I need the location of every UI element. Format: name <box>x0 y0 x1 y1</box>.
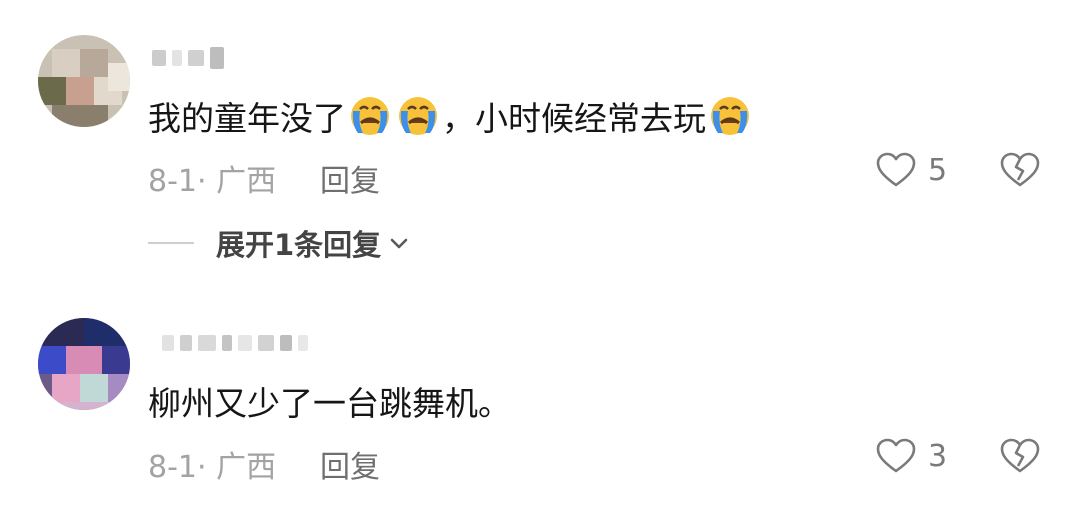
comment-date-region: 8-1· 广西 <box>148 164 277 199</box>
comment-text-part: ，小时候经常去玩 <box>442 99 706 138</box>
crying-face-emoji <box>399 97 437 135</box>
chevron-down-icon <box>390 238 408 249</box>
reply-button[interactable]: 回复 <box>320 156 380 200</box>
dislike-button[interactable] <box>1000 438 1040 478</box>
like-button[interactable]: 5 <box>876 152 947 188</box>
expand-replies-label: 展开1条回复 <box>216 228 382 262</box>
divider-line <box>148 242 194 244</box>
reply-button[interactable]: 回复 <box>320 442 380 486</box>
expand-replies-button[interactable]: 展开1条回复 <box>148 222 411 264</box>
dislike-button[interactable] <box>1000 152 1040 192</box>
comment-text: 柳州又少了一台跳舞机。 <box>148 384 511 423</box>
like-count: 5 <box>928 152 948 188</box>
crying-face-emoji <box>711 97 749 135</box>
heart-outline-icon <box>876 438 916 473</box>
username-blurred[interactable] <box>152 45 224 71</box>
comment-date-region: 8-1· 广西 <box>148 450 277 485</box>
comment-text-part: 我的童年没了 <box>148 99 346 138</box>
crying-face-emoji <box>351 97 389 135</box>
avatar[interactable] <box>38 35 130 127</box>
broken-heart-icon <box>1000 438 1040 473</box>
comment-text: 我的童年没了 ，小时候经常去玩 <box>148 93 754 139</box>
broken-heart-icon <box>1000 152 1040 187</box>
heart-outline-icon <box>876 152 916 187</box>
like-button[interactable]: 3 <box>876 438 947 474</box>
username-blurred[interactable] <box>162 330 308 356</box>
avatar[interactable] <box>38 318 130 410</box>
like-count: 3 <box>928 438 948 474</box>
